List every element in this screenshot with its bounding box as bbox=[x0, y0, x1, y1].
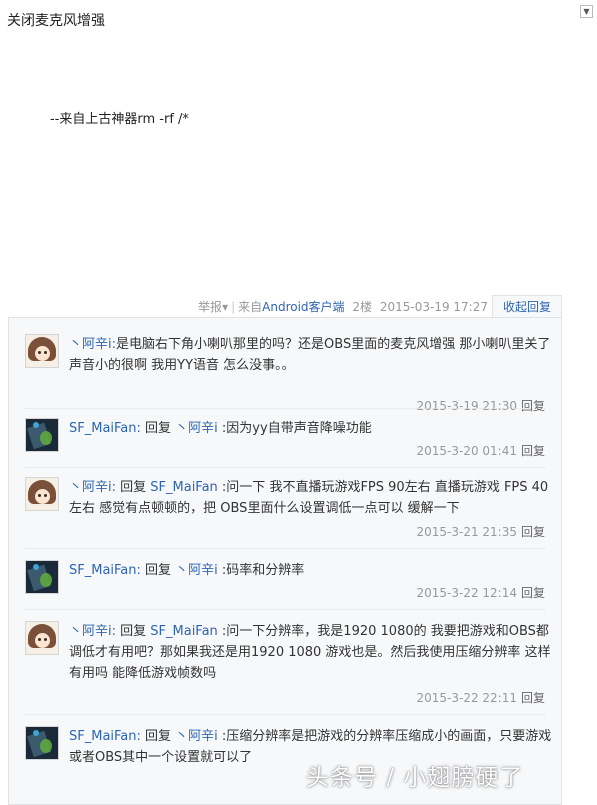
floor-number: 2楼 bbox=[352, 300, 373, 314]
reply-author[interactable]: SF_MaiFan bbox=[69, 563, 137, 578]
reply-time: 2015-3-22 12:14 bbox=[416, 586, 517, 600]
reply-divider bbox=[25, 548, 545, 549]
reply-link[interactable]: 回复 bbox=[521, 399, 545, 413]
reply-link[interactable]: 回复 bbox=[521, 691, 545, 705]
report-link[interactable]: 举报 bbox=[198, 300, 222, 314]
post-meta-bar: 举报▾ | 来自Android客户端 2楼 2015-03-19 17:27 收起回… bbox=[0, 295, 562, 317]
source-prefix: 来自 bbox=[238, 300, 263, 314]
reply-target[interactable]: SF_MaiFan bbox=[150, 480, 218, 495]
reply-author[interactable]: SF_MaiFan bbox=[69, 729, 137, 744]
reply-text: :因为yy自带声音降噪功能 bbox=[217, 421, 372, 436]
reply-time: 2015-3-19 21:30 bbox=[416, 399, 517, 413]
anime-girl-avatar[interactable] bbox=[25, 334, 59, 368]
watermark: 头条号 / 小翅膀硬了 bbox=[306, 765, 524, 791]
reply-author[interactable]: 丶阿辛i bbox=[69, 337, 112, 352]
reply-item: 丶阿辛i:是电脑右下角小喇叭那里的吗？还是OBS里面的麦克风增强 那小喇叭里关了… bbox=[25, 334, 550, 413]
reply-text: 是电脑右下角小喇叭那里的吗？还是OBS里面的麦克风增强 那小喇叭里关了声音小的很… bbox=[69, 337, 551, 373]
reply-panel: 丶阿辛i:是电脑右下角小喇叭那里的吗？还是OBS里面的麦克风增强 那小喇叭里关了… bbox=[8, 317, 562, 805]
reply-target[interactable]: SF_MaiFan bbox=[150, 624, 218, 639]
reply-target[interactable]: 丶阿辛i bbox=[175, 421, 218, 436]
reply-target[interactable]: 丶阿辛i bbox=[175, 563, 218, 578]
collapse-replies-button[interactable]: 收起回复 bbox=[492, 295, 562, 317]
reply-author[interactable]: 丶阿辛i bbox=[69, 624, 112, 639]
reply-time: 2015-3-22 22:11 bbox=[416, 691, 517, 705]
report-arrow-icon[interactable]: ▾ bbox=[222, 300, 228, 314]
reply-author[interactable]: 丶阿辛i bbox=[69, 480, 112, 495]
game-avatar[interactable] bbox=[25, 418, 59, 452]
reply-author[interactable]: SF_MaiFan bbox=[69, 421, 137, 436]
reply-time: 2015-3-21 21:35 bbox=[416, 525, 517, 539]
reply-divider bbox=[25, 408, 545, 409]
reply-time: 2015-3-20 01:41 bbox=[416, 444, 517, 458]
reply-text: :码率和分辨率 bbox=[217, 563, 305, 578]
post-signature: --来自上古神器rm -rf /* bbox=[50, 112, 189, 127]
reply-divider bbox=[25, 467, 545, 468]
reply-divider bbox=[25, 609, 545, 610]
reply-link[interactable]: 回复 bbox=[521, 586, 545, 600]
game-avatar[interactable] bbox=[25, 560, 59, 594]
dropdown-arrow-icon[interactable]: ▼ bbox=[580, 5, 593, 18]
reply-item: SF_MaiFan: 回复 丶阿辛i :因为yy自带声音降噪功能 2015-3-… bbox=[25, 418, 545, 462]
anime-girl-avatar[interactable] bbox=[25, 477, 59, 511]
reply-divider bbox=[25, 714, 545, 715]
reply-link[interactable]: 回复 bbox=[521, 525, 545, 539]
reply-target[interactable]: 丶阿辛i bbox=[175, 729, 218, 744]
source-link[interactable]: Android客户端 bbox=[262, 300, 344, 314]
anime-girl-avatar[interactable] bbox=[25, 621, 59, 655]
reply-item: SF_MaiFan: 回复 丶阿辛i :码率和分辨率 2015-3-22 12:… bbox=[25, 560, 545, 604]
reply-item: 丶阿辛i: 回复 SF_MaiFan :问一下 我不直播玩游戏FPS 90左右 … bbox=[25, 477, 548, 543]
reply-link[interactable]: 回复 bbox=[521, 444, 545, 458]
game-avatar[interactable] bbox=[25, 726, 59, 760]
reply-item: 丶阿辛i: 回复 SF_MaiFan :问一下分辨率，我是1920 1080的 … bbox=[25, 621, 551, 709]
post-text: 关闭麦克风增强 bbox=[7, 13, 105, 29]
post-datetime: 2015-03-19 17:27 bbox=[379, 300, 488, 314]
